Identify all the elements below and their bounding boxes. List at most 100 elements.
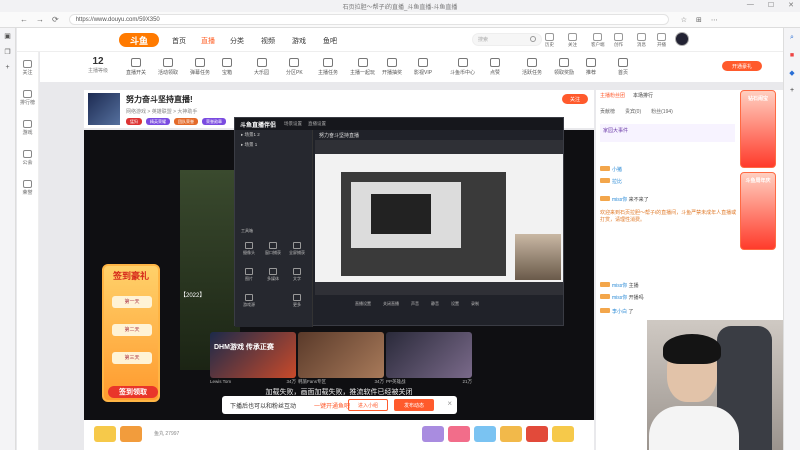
task-item[interactable]: 活动领取	[158, 58, 178, 76]
copy-icon[interactable]: ❐	[4, 48, 10, 56]
tab-live-settings[interactable]: 直播设置	[308, 121, 326, 127]
minimize-button[interactable]: —	[747, 1, 754, 9]
settings-button[interactable]: 设置	[451, 301, 459, 324]
streaming-app-window[interactable]: 斗鱼直播伴侣 场景设置 直播设置 ▸ 场景1 2 ▸ 场景 1 工具箱 摄像头 …	[234, 117, 564, 327]
task-item[interactable]: 主播任务	[318, 58, 338, 76]
gift-item[interactable]	[552, 426, 574, 442]
task-item[interactable]: 开播抽奖	[382, 58, 402, 76]
gift-item[interactable]	[120, 426, 142, 442]
nav-item-yuba[interactable]: 鱼吧	[323, 36, 337, 46]
tab-icon[interactable]: ▣	[4, 32, 11, 40]
scene-item[interactable]: ▸ 场景1 2	[235, 130, 312, 140]
bookmark-icon[interactable]: ■	[790, 52, 794, 59]
extensions-icon[interactable]: ⊞	[696, 16, 702, 24]
tag[interactable]: 精英荣耀	[146, 118, 170, 125]
gift-item[interactable]	[448, 426, 470, 442]
scene-item[interactable]: ▸ 场景 1	[235, 140, 312, 150]
outlook-icon[interactable]: ◆	[789, 69, 794, 77]
leftnav-follow[interactable]: 关注	[22, 60, 33, 76]
live-settings-button[interactable]: 直播设置	[355, 301, 371, 324]
follow-button[interactable]: 关注	[562, 94, 588, 104]
sign-in-card[interactable]: 签到豪礼 第一天 第二天 第三天	[102, 264, 160, 402]
tag[interactable]: 荣誉勋章	[202, 118, 226, 125]
sign-day[interactable]: 第二天	[112, 324, 152, 336]
maximize-button[interactable]: ☐	[768, 1, 774, 9]
post-button[interactable]: 发布动态	[394, 399, 434, 411]
gift-item[interactable]	[94, 426, 116, 442]
gift-item[interactable]	[422, 426, 444, 442]
history-icon[interactable]: 历史	[545, 33, 554, 48]
task-item[interactable]: 分区PK	[286, 58, 303, 76]
login-prompt-link[interactable]: 一键开通鱼吧	[314, 401, 350, 410]
close-icon[interactable]: ×	[447, 399, 452, 408]
tag[interactable]: 团队荣誉	[174, 118, 198, 125]
enter-group-button[interactable]: 进入小组	[348, 399, 388, 411]
camera-button[interactable]: 摄像头	[241, 242, 257, 256]
streamer-avatar[interactable]	[88, 93, 120, 125]
task-item[interactable]: 主播一起玩	[350, 58, 375, 76]
task-item[interactable]: 大乐园	[254, 58, 269, 76]
nav-item-category[interactable]: 分类	[230, 36, 244, 46]
more-button[interactable]: 更多	[289, 294, 305, 308]
sign-day[interactable]: 第一天	[112, 296, 152, 308]
task-item[interactable]: 活跃任务	[522, 58, 542, 76]
sign-day[interactable]: 第三天	[112, 352, 152, 364]
gift-item[interactable]	[526, 426, 548, 442]
subtab[interactable]: 贵宾(0)	[625, 108, 641, 115]
nav-item-home[interactable]: 首页	[172, 36, 186, 46]
task-item[interactable]: 弹幕任务	[190, 58, 210, 76]
create-icon[interactable]: 创作	[614, 33, 623, 48]
game-source-button[interactable]: 游戏源	[241, 294, 257, 308]
leftnav-game[interactable]: 游戏	[22, 120, 33, 136]
task-item[interactable]: 影视VIP	[414, 58, 432, 76]
add-icon[interactable]: +	[5, 64, 9, 71]
back-icon[interactable]: ←	[20, 15, 28, 24]
task-item[interactable]: 领取奖励	[554, 58, 574, 76]
chat-notice[interactable]: 家园大事件	[600, 124, 735, 142]
chat-user[interactable]: 拉比	[612, 179, 622, 185]
gift-item[interactable]	[500, 426, 522, 442]
media-button[interactable]: 多媒体	[265, 268, 281, 282]
image-button[interactable]: 图片	[241, 268, 257, 282]
subtab[interactable]: 贡献榜	[600, 108, 615, 115]
stop-live-button[interactable]: 关闭直播	[383, 301, 399, 324]
nav-item-video[interactable]: 视频	[261, 36, 275, 46]
leftnav-rank[interactable]: 排行榜	[20, 90, 35, 106]
mute-button[interactable]: 静音	[431, 301, 439, 324]
recommend-thumb[interactable]: DHM游戏 传承正赛	[210, 332, 296, 378]
client-icon[interactable]: 客户端	[591, 33, 605, 48]
recommend-thumb[interactable]	[386, 332, 472, 378]
bonus-button[interactable]: 开通豪礼	[722, 61, 762, 71]
tab-ranking[interactable]: 本场排行	[633, 92, 653, 102]
chat-user[interactable]: 李小白	[612, 309, 627, 315]
tab-scenes[interactable]: 场景设置	[284, 121, 302, 127]
task-item[interactable]: 斗鱼币中心	[450, 58, 475, 76]
star-icon[interactable]: ☆	[681, 16, 687, 24]
search-icon[interactable]	[530, 36, 536, 42]
task-item[interactable]: 首页	[618, 58, 628, 76]
forward-icon[interactable]: →	[36, 15, 44, 24]
toolbox-button[interactable]: 工具箱	[239, 228, 255, 242]
nav-item-live[interactable]: 直播	[201, 36, 215, 46]
task-item[interactable]: 点赞	[490, 58, 500, 76]
task-item[interactable]: 直播开关	[126, 58, 146, 76]
volume-button[interactable]: 声音	[411, 301, 419, 324]
chat-user[interactable]: 小猪	[612, 167, 622, 173]
recommend-thumb[interactable]	[298, 332, 384, 378]
add-icon[interactable]: +	[790, 87, 794, 94]
tag[interactable]: 猛犸	[126, 118, 142, 125]
chat-user[interactable]: miss你	[612, 197, 627, 203]
url-input[interactable]: https://www.douyu.com/59X350	[68, 14, 669, 25]
site-logo[interactable]: 斗鱼	[119, 33, 159, 47]
tab-fan-club[interactable]: 主播粉丝团	[600, 92, 625, 102]
follow-icon[interactable]: 关注	[568, 33, 577, 48]
text-button[interactable]: 文字	[289, 268, 305, 282]
chat-user[interactable]: miss你	[612, 295, 627, 301]
stream-preview[interactable]	[315, 140, 563, 295]
message-icon[interactable]: 消息	[637, 33, 646, 48]
close-button[interactable]: ✕	[788, 1, 794, 9]
leftnav-honor[interactable]: 荣誉	[22, 180, 33, 196]
ad-card[interactable]: 钻石闹宝	[740, 90, 776, 168]
subtab[interactable]: 粉丝(194)	[651, 108, 673, 115]
nav-item-game[interactable]: 游戏	[292, 36, 306, 46]
